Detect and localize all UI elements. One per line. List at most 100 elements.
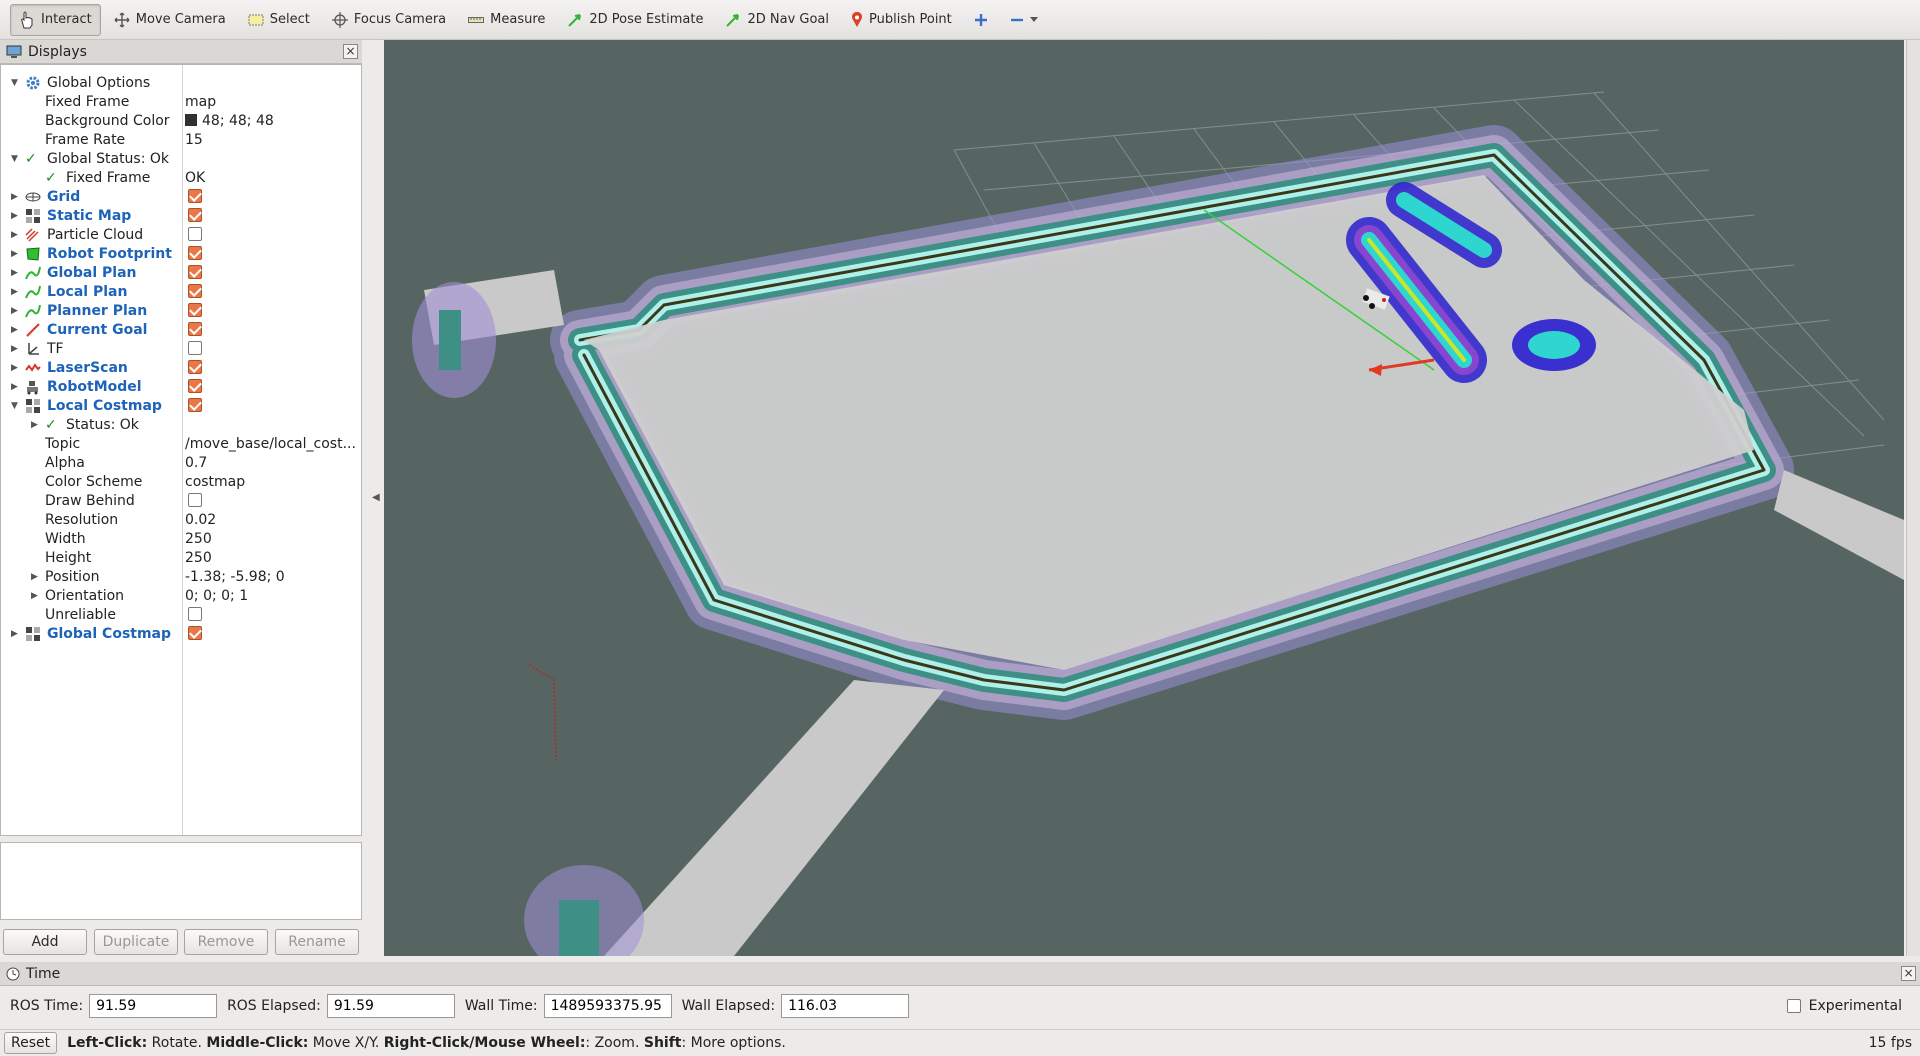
collapsed-arrow-icon[interactable]: ▶ — [31, 572, 41, 582]
current-goal-checkbox[interactable] — [188, 322, 202, 336]
collapsed-arrow-icon[interactable]: ▶ — [11, 363, 21, 373]
tree-row-costmap-status[interactable]: ▶ ✓ Status: Ok — [1, 415, 361, 434]
displays-close-button[interactable]: × — [343, 44, 358, 59]
global-status-label: Global Status: Ok — [47, 150, 170, 167]
remove-tool-dropdown[interactable] — [1001, 4, 1047, 36]
focus-camera-tool-button[interactable]: Focus Camera — [323, 4, 455, 36]
planner-plan-checkbox[interactable] — [188, 303, 202, 317]
tree-row-alpha[interactable]: Alpha 0.7 — [1, 453, 361, 472]
select-rectangle-icon — [248, 14, 264, 25]
collapsed-arrow-icon[interactable]: ▶ — [11, 629, 21, 639]
tree-row-background-color[interactable]: Background Color 48; 48; 48 — [1, 111, 361, 130]
robotmodel-checkbox[interactable] — [188, 379, 202, 393]
tree-row-width[interactable]: Width 250 — [1, 529, 361, 548]
tree-row-local-plan[interactable]: ▶ Local Plan — [1, 282, 361, 301]
ros-time-field[interactable] — [89, 994, 218, 1018]
local-costmap-checkbox[interactable] — [188, 398, 202, 412]
publish-point-tool-button[interactable]: Publish Point — [842, 4, 961, 36]
remove-display-button[interactable]: Remove — [184, 929, 268, 955]
collapse-left-panel-arrow-icon[interactable]: ◀ — [372, 492, 380, 503]
duplicate-display-button[interactable]: Duplicate — [94, 929, 178, 955]
fixed-frame-value[interactable]: map — [185, 94, 359, 110]
measure-tool-button[interactable]: Measure — [459, 4, 554, 36]
move-camera-tool-button[interactable]: Move Camera — [105, 4, 235, 36]
tree-row-tf[interactable]: ▶ TF — [1, 339, 361, 358]
background-color-value[interactable]: 48; 48; 48 — [185, 113, 359, 129]
time-close-button[interactable]: × — [1901, 966, 1916, 981]
experimental-checkbox[interactable] — [1786, 999, 1801, 1013]
collapsed-arrow-icon[interactable]: ▶ — [31, 591, 41, 601]
left-click-key: Left-Click: — [67, 1035, 148, 1051]
tree-row-unreliable[interactable]: Unreliable — [1, 605, 361, 624]
tree-row-topic[interactable]: Topic /move_base/local_cost... — [1, 434, 361, 453]
tree-row-global-plan[interactable]: ▶ Global Plan — [1, 263, 361, 282]
tree-row-fixed-frame-status[interactable]: ✓ Fixed Frame OK — [1, 168, 361, 187]
static-map-checkbox[interactable] — [188, 208, 202, 222]
tree-row-local-costmap[interactable]: ▼ Local Costmap — [1, 396, 361, 415]
tf-checkbox[interactable] — [188, 341, 202, 355]
reset-button[interactable]: Reset — [4, 1032, 58, 1054]
collapsed-arrow-icon[interactable]: ▶ — [11, 211, 21, 221]
collapsed-arrow-icon[interactable]: ▶ — [11, 287, 21, 297]
focus-camera-label: Focus Camera — [353, 12, 447, 27]
tree-row-color-scheme[interactable]: Color Scheme costmap — [1, 472, 361, 491]
collapsed-arrow-icon[interactable]: ▶ — [11, 382, 21, 392]
tree-row-global-options[interactable]: ▼ Global Options — [1, 73, 361, 92]
local-plan-checkbox[interactable] — [188, 284, 202, 298]
tree-row-height[interactable]: Height 250 — [1, 548, 361, 567]
tree-row-particle-cloud[interactable]: ▶ Particle Cloud — [1, 225, 361, 244]
tree-row-global-status[interactable]: ▼ ✓ Global Status: Ok — [1, 149, 361, 168]
monitor-icon — [6, 45, 22, 58]
collapsed-arrow-icon[interactable]: ▶ — [11, 306, 21, 316]
collapsed-arrow-icon[interactable]: ▶ — [11, 192, 21, 202]
frame-rate-value[interactable]: 15 — [185, 132, 359, 148]
tree-row-planner-plan[interactable]: ▶ Planner Plan — [1, 301, 361, 320]
tree-row-orientation[interactable]: ▶ Orientation 0; 0; 0; 1 — [1, 586, 361, 605]
add-tool-button[interactable] — [965, 4, 997, 36]
tree-row-robot-footprint[interactable]: ▶ Robot Footprint — [1, 244, 361, 263]
rename-display-button[interactable]: Rename — [275, 929, 359, 955]
wall-time-field[interactable] — [543, 994, 672, 1018]
grid-checkbox[interactable] — [188, 189, 202, 203]
pose-estimate-tool-button[interactable]: 2D Pose Estimate — [558, 4, 712, 36]
interact-tool-button[interactable]: Interact — [10, 3, 101, 36]
expand-arrow-icon[interactable]: ▼ — [11, 401, 21, 411]
laserscan-checkbox[interactable] — [188, 360, 202, 374]
topic-value[interactable]: /move_base/local_cost... — [185, 436, 359, 452]
robot-footprint-checkbox[interactable] — [188, 246, 202, 260]
draw-behind-checkbox[interactable] — [188, 493, 202, 507]
tree-row-laserscan[interactable]: ▶ LaserScan — [1, 358, 361, 377]
tree-row-robotmodel[interactable]: ▶ RobotModel — [1, 377, 361, 396]
global-plan-checkbox[interactable] — [188, 265, 202, 279]
alpha-value[interactable]: 0.7 — [185, 455, 359, 471]
add-display-button[interactable]: Add — [3, 929, 87, 955]
expand-arrow-icon[interactable]: ▼ — [11, 78, 21, 88]
collapsed-arrow-icon[interactable]: ▶ — [31, 420, 41, 430]
tree-row-fixed-frame[interactable]: Fixed Frame map — [1, 92, 361, 111]
tree-row-grid[interactable]: ▶ Grid — [1, 187, 361, 206]
select-tool-button[interactable]: Select — [239, 4, 319, 36]
color-scheme-value[interactable]: costmap — [185, 474, 359, 490]
global-costmap-checkbox[interactable] — [188, 626, 202, 640]
right-panel-handle[interactable] — [1906, 40, 1920, 956]
tree-row-position[interactable]: ▶ Position -1.38; -5.98; 0 — [1, 567, 361, 586]
ros-elapsed-field[interactable] — [326, 994, 455, 1018]
wall-elapsed-field[interactable] — [781, 994, 910, 1018]
collapsed-arrow-icon[interactable]: ▶ — [11, 325, 21, 335]
tree-row-static-map[interactable]: ▶ Static Map — [1, 206, 361, 225]
particle-cloud-checkbox[interactable] — [188, 227, 202, 241]
tree-row-draw-behind[interactable]: Draw Behind — [1, 491, 361, 510]
collapsed-arrow-icon[interactable]: ▶ — [11, 249, 21, 259]
tree-row-resolution[interactable]: Resolution 0.02 — [1, 510, 361, 529]
expand-arrow-icon[interactable]: ▼ — [11, 154, 21, 164]
render-3d-viewport[interactable] — [384, 40, 1904, 956]
unreliable-checkbox[interactable] — [188, 607, 202, 621]
tree-row-frame-rate[interactable]: Frame Rate 15 — [1, 130, 361, 149]
grid-label: Grid — [47, 188, 81, 205]
collapsed-arrow-icon[interactable]: ▶ — [11, 268, 21, 278]
collapsed-arrow-icon[interactable]: ▶ — [11, 344, 21, 354]
tree-row-global-costmap[interactable]: ▶ Global Costmap — [1, 624, 361, 643]
collapsed-arrow-icon[interactable]: ▶ — [11, 230, 21, 240]
tree-row-current-goal[interactable]: ▶ Current Goal — [1, 320, 361, 339]
nav-goal-tool-button[interactable]: 2D Nav Goal — [716, 4, 838, 36]
